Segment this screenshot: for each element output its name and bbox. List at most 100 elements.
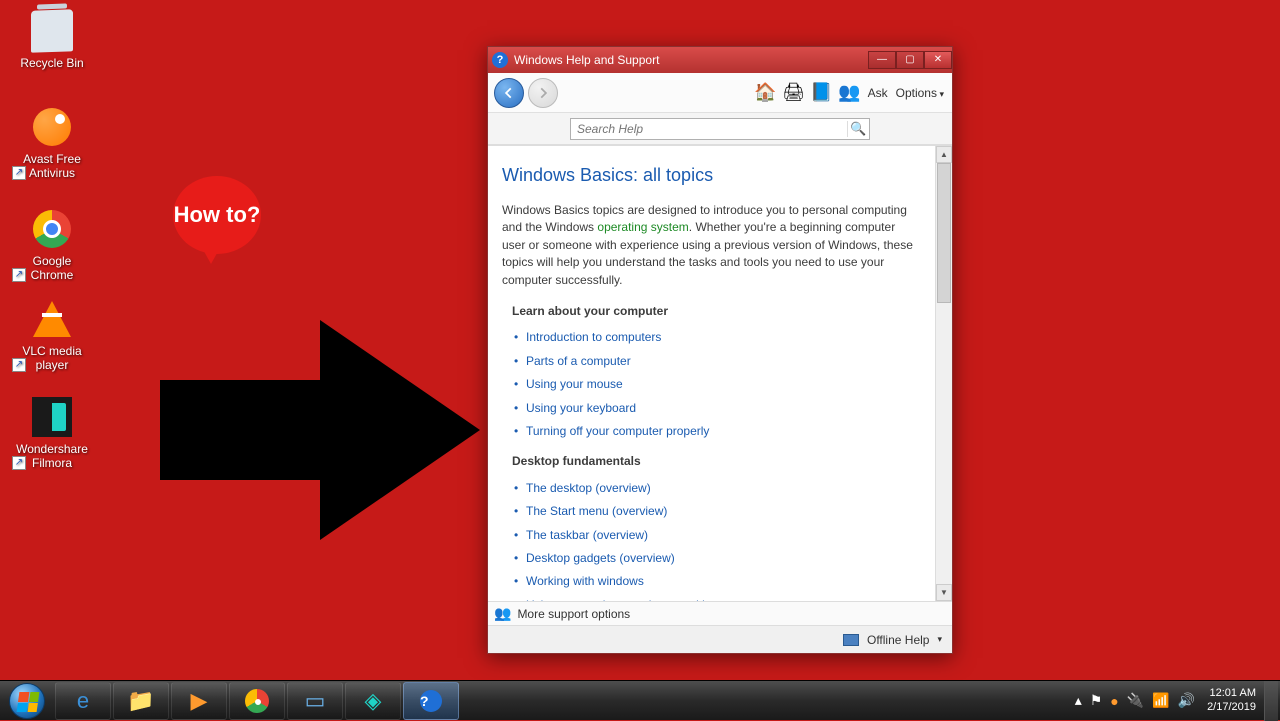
tray-flag-icon[interactable]: ⚑ <box>1086 692 1107 709</box>
tray-clock[interactable]: 12:01 AM 2/17/2019 <box>1199 687 1264 713</box>
taskbar: e 📁 ▶ ▭ ◈ ? ▴ ⚑ ● 🔌 📶 🔊 12:01 AM 2/17/20… <box>0 680 1280 720</box>
options-menu[interactable]: Options <box>894 86 946 100</box>
arrow-right-icon <box>536 86 550 100</box>
ie-icon: e <box>77 688 89 714</box>
section-heading: Learn about your computer <box>512 303 921 320</box>
help-link[interactable]: Turning off your computer properly <box>526 420 921 443</box>
taskbar-chrome[interactable] <box>229 682 285 720</box>
forward-button[interactable] <box>528 78 558 108</box>
desktop-icon-filmora[interactable]: ↗ Wondershare Filmora <box>12 396 92 470</box>
system-tray: ▴ ⚑ ● 🔌 📶 🔊 12:01 AM 2/17/2019 <box>1071 681 1280 720</box>
minimize-button[interactable]: — <box>868 51 896 69</box>
print-button[interactable]: 🖨 <box>782 81 806 105</box>
print-icon: 🖨 <box>782 82 805 103</box>
help-link[interactable]: Introduction to computers <box>526 326 921 349</box>
help-icon: ? <box>492 52 508 68</box>
taskbar-media-player[interactable]: ▶ <box>171 682 227 720</box>
more-support-bar[interactable]: 👥 More support options <box>488 601 952 625</box>
filmora-icon: ◈ <box>365 688 382 714</box>
filmora-icon <box>31 396 73 438</box>
people-icon: 👥 <box>494 605 511 622</box>
tray-time: 12:01 AM <box>1207 687 1256 700</box>
search-icon: 🔍 <box>850 121 866 136</box>
scroll-up-button[interactable]: ▲ <box>936 146 952 163</box>
back-button[interactable] <box>494 78 524 108</box>
desktop-icon-avast[interactable]: ↗ Avast Free Antivirus <box>12 106 92 180</box>
monitor-icon <box>843 634 859 646</box>
titlebar[interactable]: ? Windows Help and Support — ▢ ✕ <box>488 47 952 73</box>
help-link[interactable]: The taskbar (overview) <box>526 524 921 547</box>
help-link[interactable]: Desktop gadgets (overview) <box>526 547 921 570</box>
shortcut-overlay-icon: ↗ <box>12 456 26 470</box>
help-content: Windows Basics: all topics Windows Basic… <box>488 146 935 601</box>
help-link[interactable]: Parts of a computer <box>526 350 921 373</box>
help-link[interactable]: The desktop (overview) <box>526 477 921 500</box>
desktop-icon-chrome[interactable]: ↗ Google Chrome <box>12 208 92 282</box>
home-button[interactable]: 🏠 <box>754 81 778 105</box>
people-icon: 👥 <box>838 82 860 103</box>
taskbar-explorer[interactable]: 📁 <box>113 682 169 720</box>
help-icon: ? <box>420 690 442 712</box>
search-input[interactable] <box>571 122 847 136</box>
shortcut-overlay-icon: ↗ <box>12 166 26 180</box>
tray-volume-icon[interactable]: 🔊 <box>1174 692 1199 709</box>
help-support-window: ? Windows Help and Support — ▢ ✕ 🏠 🖨 📘 👥… <box>487 46 953 654</box>
window-title: Windows Help and Support <box>514 53 659 67</box>
avast-icon <box>31 106 73 148</box>
folder-icon: 📁 <box>127 688 154 714</box>
taskbar-app[interactable]: ▭ <box>287 682 343 720</box>
arrow-left-icon <box>502 86 516 100</box>
recycle-bin-icon <box>31 9 73 52</box>
book-icon: 📘 <box>810 82 832 103</box>
desktop-icon-recycle-bin[interactable]: Recycle Bin <box>12 10 92 70</box>
ask-icon-button[interactable]: 👥 <box>838 81 862 105</box>
help-link[interactable]: The Start menu (overview) <box>526 500 921 523</box>
more-support-label: More support options <box>517 607 630 621</box>
tray-show-hidden[interactable]: ▴ <box>1071 692 1086 709</box>
page-title: Windows Basics: all topics <box>502 162 921 188</box>
scroll-thumb[interactable] <box>937 163 951 303</box>
tray-power-icon[interactable]: 🔌 <box>1123 692 1148 709</box>
bubble-text: How to? <box>174 203 261 227</box>
scroll-track[interactable] <box>936 163 952 584</box>
scroll-down-button[interactable]: ▼ <box>936 584 952 601</box>
help-link[interactable]: Using menus, buttons, bars, and boxes <box>526 594 921 601</box>
chrome-icon <box>31 208 73 250</box>
taskbar-help[interactable]: ? <box>403 682 459 720</box>
annotation-arrow <box>160 320 480 540</box>
operating-system-link[interactable]: operating system <box>597 220 688 234</box>
help-link[interactable]: Using your keyboard <box>526 397 921 420</box>
intro-paragraph: Windows Basics topics are designed to in… <box>502 202 921 289</box>
shortcut-overlay-icon: ↗ <box>12 268 26 282</box>
windows-orb-icon <box>9 683 45 719</box>
tray-network-icon[interactable]: 📶 <box>1148 692 1173 709</box>
close-button[interactable]: ✕ <box>924 51 952 69</box>
show-desktop-button[interactable] <box>1264 681 1278 721</box>
how-to-bubble: How to? <box>173 176 261 254</box>
maximize-button[interactable]: ▢ <box>896 51 924 69</box>
ask-link[interactable]: Ask <box>866 86 890 100</box>
tray-avast-icon[interactable]: ● <box>1106 693 1122 709</box>
offline-help-bar[interactable]: Offline Help <box>488 625 952 653</box>
scrollbar: ▲ ▼ <box>935 146 952 601</box>
play-icon: ▶ <box>191 688 208 714</box>
searchbar: 🔍 <box>488 113 952 145</box>
help-link[interactable]: Working with windows <box>526 570 921 593</box>
taskbar-ie[interactable]: e <box>55 682 111 720</box>
vlc-icon <box>31 298 73 340</box>
start-button[interactable] <box>0 681 54 721</box>
search-box: 🔍 <box>570 118 870 140</box>
window-icon: ▭ <box>305 688 326 714</box>
toolbar: 🏠 🖨 📘 👥 Ask Options <box>488 73 952 113</box>
desktop-icon-vlc[interactable]: ↗ VLC media player <box>12 298 92 372</box>
tray-date: 2/17/2019 <box>1207 701 1256 714</box>
browse-button[interactable]: 📘 <box>810 81 834 105</box>
help-link[interactable]: Using your mouse <box>526 373 921 396</box>
home-icon: 🏠 <box>754 82 776 103</box>
chrome-icon <box>245 689 269 713</box>
search-button[interactable]: 🔍 <box>847 121 869 137</box>
section-heading: Desktop fundamentals <box>512 453 921 470</box>
taskbar-filmora[interactable]: ◈ <box>345 682 401 720</box>
offline-help-label: Offline Help <box>867 633 929 647</box>
shortcut-overlay-icon: ↗ <box>12 358 26 372</box>
